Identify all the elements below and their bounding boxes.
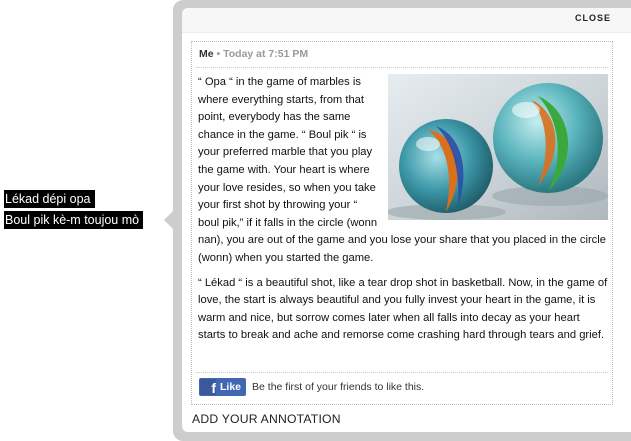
facebook-icon: f <box>200 379 216 395</box>
like-label: Like <box>220 381 242 393</box>
close-button[interactable]: CLOSE <box>575 13 611 23</box>
lyric-highlight[interactable]: Lékad dépi opa Boul pik kè-m toujou mò <box>4 190 144 232</box>
like-prompt-text: Be the first of your friends to like thi… <box>252 381 425 393</box>
annotation-card: Me • Today at 7:51 PM “ Opa “ in the gam… <box>191 41 613 405</box>
author-name[interactable]: Me <box>199 48 214 60</box>
marbles-image <box>388 74 608 220</box>
popup-pointer-arrow <box>164 211 173 229</box>
lyric-line-2[interactable]: Boul pik kè-m toujou mò <box>4 211 144 229</box>
divider <box>196 67 608 68</box>
popup-header: CLOSE <box>182 8 631 33</box>
annotation-content: “ Opa “ in the game of marbles is where … <box>198 74 608 352</box>
popup-body: CLOSE Me • Today at 7:51 PM “ Opa “ in t… <box>182 8 631 432</box>
facebook-like-row: f Like Be the first of your friends to l… <box>199 378 424 396</box>
divider <box>196 372 608 373</box>
timestamp: • Today at 7:51 PM <box>216 48 309 60</box>
facebook-like-button[interactable]: f Like <box>199 378 247 396</box>
annotation-paragraph-2: “ Lékad “ is a beautiful shot, like a te… <box>198 276 608 342</box>
annotation-meta: Me • Today at 7:51 PM <box>199 48 308 60</box>
annotation-popup: CLOSE Me • Today at 7:51 PM “ Opa “ in t… <box>164 0 631 441</box>
lyric-line-1[interactable]: Lékad dépi opa <box>4 190 95 208</box>
add-annotation-link[interactable]: ADD YOUR ANNOTATION <box>192 412 341 426</box>
